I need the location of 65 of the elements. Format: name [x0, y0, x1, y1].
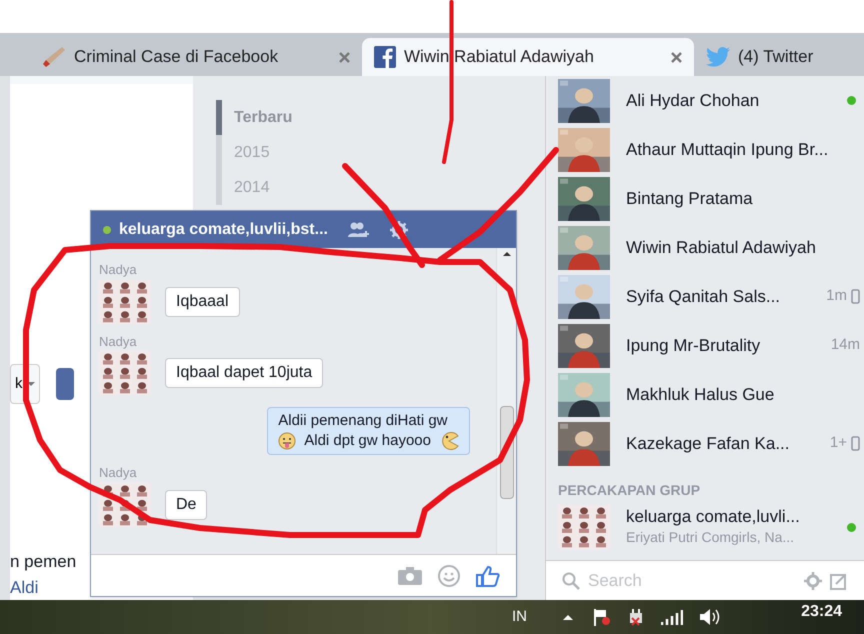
group-chat-item[interactable]: keluarga comate,luvli... Eriyati Putri Comgirls, Na... — [558, 505, 860, 549]
contact-item[interactable]: Wiwin Rabiatul Adawiyah — [558, 223, 860, 272]
message-bubble: De — [165, 490, 208, 520]
section-heading: PERCAKAPAN GRUP — [558, 481, 702, 500]
browser-tab[interactable]: Wiwin Rabiatul Adawiyah — [362, 38, 694, 76]
settings-icon[interactable] — [390, 220, 408, 238]
pacman-emoji-icon — [439, 432, 459, 450]
contact-name: Athaur Muttaqin Ipung Br... — [626, 138, 828, 161]
flag-icon[interactable] — [593, 608, 611, 626]
sender-name: Nadya — [99, 261, 138, 279]
search-field[interactable]: Search — [546, 560, 864, 600]
power-plug-icon[interactable] — [627, 608, 645, 626]
sender-name: Nadya — [99, 332, 138, 351]
message-input[interactable] — [91, 554, 516, 596]
compose-icon[interactable] — [830, 572, 848, 590]
contact-name: Kazekage Fafan Ka... — [626, 432, 790, 455]
search-icon — [562, 572, 580, 590]
knife-icon — [42, 46, 66, 68]
contact-item[interactable]: Ipung Mr-Brutality 14m — [558, 321, 860, 370]
tab-title: (4) Twitter — [738, 46, 814, 68]
contact-name: Bintang Pratama — [626, 188, 753, 210]
close-icon[interactable] — [339, 52, 350, 62]
group-name: keluarga comate,luvli... — [626, 506, 800, 526]
smiley-icon[interactable] — [438, 564, 460, 586]
group-members: Eriyati Putri Comgirls, Na... — [626, 528, 796, 547]
browser-tab[interactable]: Criminal Case di Facebook — [30, 38, 362, 76]
last-active-time: 1m — [826, 286, 847, 306]
search-input[interactable]: Search — [588, 568, 768, 594]
contact-item[interactable]: Kazekage Fafan Ka... 1+ — [558, 419, 860, 468]
language-indicator[interactable]: IN — [512, 606, 527, 628]
contact-item[interactable]: Ali Hydar Chohan — [558, 76, 860, 125]
post-text: n pemen — [10, 551, 76, 573]
settings-icon[interactable] — [804, 572, 822, 590]
thumbs-up-icon[interactable] — [476, 564, 500, 586]
contact-item[interactable]: Makhluk Halus Gue — [558, 370, 860, 419]
camera-icon[interactable] — [398, 566, 422, 584]
last-active-time: 1+ — [830, 433, 847, 454]
message-bubble: Aldii pemenang diHati gw Aldi dpt gw hayooo — [267, 407, 470, 455]
bird-icon — [706, 47, 730, 67]
message-bubble: Iqbaal dapet 10juta — [165, 358, 324, 388]
facebook-logo-icon — [374, 46, 396, 68]
contact-item[interactable]: Syifa Qanitah Sals... 1m — [558, 272, 860, 321]
name-link[interactable]: Aldi — [10, 574, 38, 600]
speaker-icon[interactable] — [699, 608, 721, 626]
tab-title: Criminal Case di Facebook — [74, 46, 278, 68]
action-button[interactable] — [56, 368, 74, 400]
contact-item[interactable]: Athaur Muttaqin Ipung Br... — [558, 125, 860, 174]
message-bubble: Iqbaaal — [165, 286, 240, 316]
signal-bars-icon[interactable] — [661, 609, 683, 625]
contact-item[interactable]: Bintang Pratama — [558, 174, 860, 223]
last-active-time: 14m — [830, 335, 860, 356]
browser-tab[interactable]: (4) Twitter — [694, 38, 864, 76]
contact-name: Wiwin Rabiatul Adawiyah — [626, 236, 816, 259]
sender-name: Nadya — [99, 464, 138, 482]
close-icon[interactable] — [671, 52, 682, 62]
contact-name: Syifa Qanitah Sals... — [626, 286, 780, 308]
scrollbar[interactable] — [496, 248, 516, 554]
add-people-icon[interactable] — [348, 222, 370, 238]
contact-name: Ipung Mr-Brutality — [626, 334, 760, 357]
tongue-emoji-icon — [278, 432, 296, 450]
contact-name: Makhluk Halus Gue — [626, 384, 774, 406]
chat-title[interactable]: keluarga comate,luvlii,bst... — [119, 218, 328, 242]
clock-time[interactable]: 23:24 — [801, 600, 842, 624]
contact-name: Ali Hydar Chohan — [626, 90, 760, 112]
tab-title: Wiwin Rabiatul Adawiyah — [404, 46, 594, 68]
